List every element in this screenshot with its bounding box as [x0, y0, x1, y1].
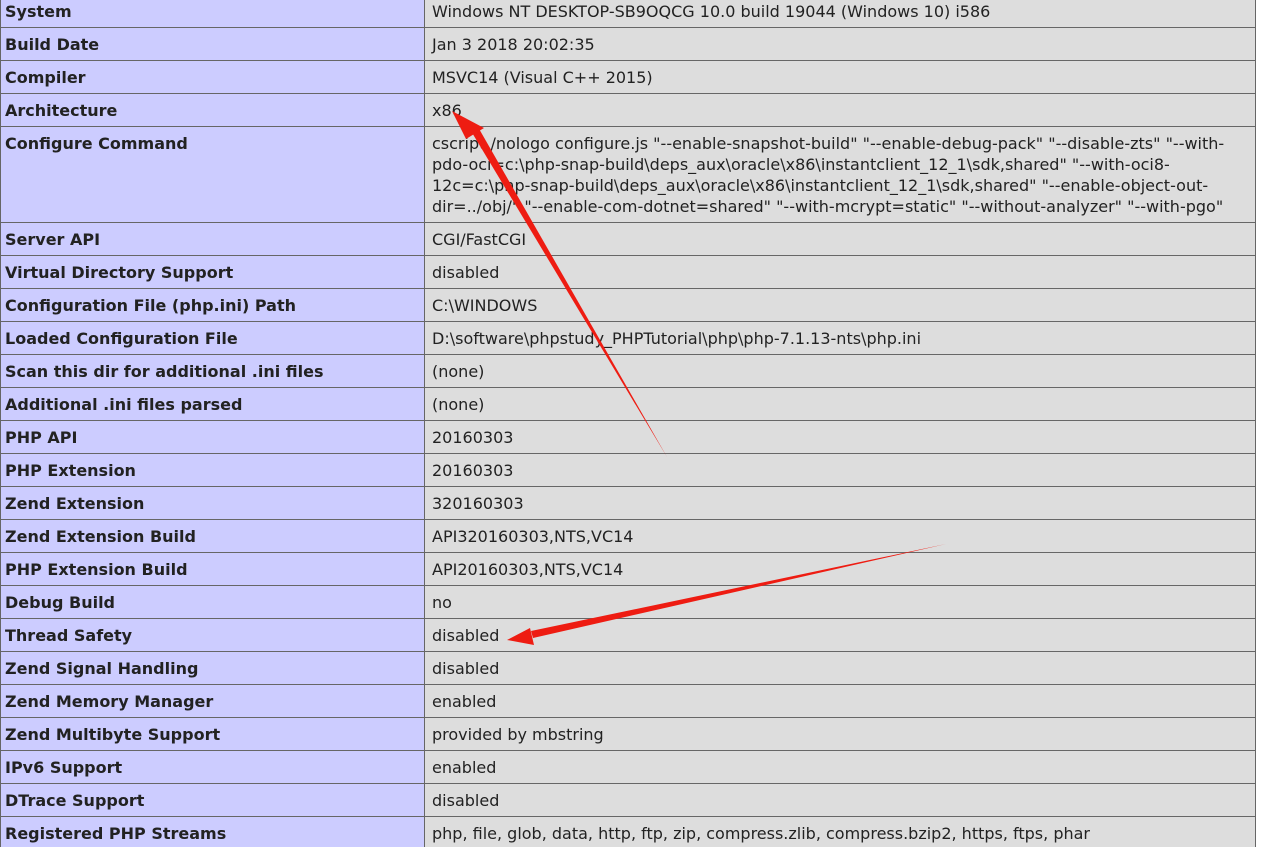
- row-value: enabled: [424, 684, 1256, 718]
- table-row: Loaded Configuration File D:\software\php…: [0, 321, 1256, 355]
- row-label: IPv6 Support: [0, 750, 425, 784]
- row-value: API20160303,NTS,VC14: [424, 552, 1256, 586]
- table-row: Zend Multibyte Support provided by mbstri…: [0, 717, 1256, 751]
- table-row: Zend Extension 320160303: [0, 486, 1256, 520]
- table-row: PHP Extension Build API20160303,NTS,VC14: [0, 552, 1256, 586]
- row-value: 320160303: [424, 486, 1256, 520]
- row-value: 20160303: [424, 420, 1256, 454]
- table-row: IPv6 Support enabled: [0, 750, 1256, 784]
- row-value: CGI/FastCGI: [424, 222, 1256, 256]
- row-label: Zend Extension: [0, 486, 425, 520]
- row-value: disabled: [424, 618, 1256, 652]
- table-row: Configure Command cscript /nologo configu…: [0, 126, 1256, 223]
- row-label: Scan this dir for additional .ini files: [0, 354, 425, 388]
- row-label: Debug Build: [0, 585, 425, 619]
- table-row: Scan this dir for additional .ini files(…: [0, 354, 1256, 388]
- row-label: System: [0, 0, 425, 28]
- row-label: Virtual Directory Support: [0, 255, 425, 289]
- row-value: enabled: [424, 750, 1256, 784]
- table-row: Thread Safety disabled: [0, 618, 1256, 652]
- row-label: PHP API: [0, 420, 425, 454]
- row-value: disabled: [424, 651, 1256, 685]
- row-label: Architecture: [0, 93, 425, 127]
- row-value: 20160303: [424, 453, 1256, 487]
- row-label: Compiler: [0, 60, 425, 94]
- table-row: Architecture x86: [0, 93, 1256, 127]
- row-value: MSVC14 (Visual C++ 2015): [424, 60, 1256, 94]
- table-row: Debug Build no: [0, 585, 1256, 619]
- table-row: Registered PHP Streams php, file, glob, d…: [0, 816, 1256, 847]
- row-label: PHP Extension: [0, 453, 425, 487]
- row-value: D:\software\phpstudy_PHPTutorial\php\php…: [424, 321, 1256, 355]
- row-value: Jan 3 2018 20:02:35: [424, 27, 1256, 61]
- page-right-margin: [1256, 0, 1264, 847]
- row-label: Loaded Configuration File: [0, 321, 425, 355]
- row-label: Server API: [0, 222, 425, 256]
- row-label: Configure Command: [0, 126, 425, 223]
- row-label: Build Date: [0, 27, 425, 61]
- row-value: provided by mbstring: [424, 717, 1256, 751]
- table-row: DTrace Support disabled: [0, 783, 1256, 817]
- row-value: x86: [424, 93, 1256, 127]
- phpinfo-config-table: System Windows NT DESKTOP-SB9OQCG 10.0 bu…: [0, 0, 1256, 847]
- row-value: php, file, glob, data, http, ftp, zip, c…: [424, 816, 1256, 847]
- table-row: Virtual Directory Support disabled: [0, 255, 1256, 289]
- row-value: Windows NT DESKTOP-SB9OQCG 10.0 build 19…: [424, 0, 1256, 28]
- table-row: Configuration File (php.ini) Path C:\WIND…: [0, 288, 1256, 322]
- row-label: Registered PHP Streams: [0, 816, 425, 847]
- row-value: API320160303,NTS,VC14: [424, 519, 1256, 553]
- row-label: Additional .ini files parsed: [0, 387, 425, 421]
- row-value: disabled: [424, 255, 1256, 289]
- table-row: Compiler MSVC14 (Visual C++ 2015): [0, 60, 1256, 94]
- row-value: cscript /nologo configure.js "--enable-s…: [424, 126, 1256, 223]
- row-label: Zend Extension Build: [0, 519, 425, 553]
- row-label: Zend Multibyte Support: [0, 717, 425, 751]
- table-row: Build Date Jan 3 2018 20:02:35: [0, 27, 1256, 61]
- row-label: PHP Extension Build: [0, 552, 425, 586]
- table-row: System Windows NT DESKTOP-SB9OQCG 10.0 bu…: [0, 0, 1256, 28]
- table-row: Zend Extension Build API320160303,NTS,VC1…: [0, 519, 1256, 553]
- row-value: (none): [424, 387, 1256, 421]
- table-row: Additional .ini files parsed (none): [0, 387, 1256, 421]
- table-row: Zend Signal Handling disabled: [0, 651, 1256, 685]
- phpinfo-page: System Windows NT DESKTOP-SB9OQCG 10.0 bu…: [0, 0, 1264, 847]
- row-label: DTrace Support: [0, 783, 425, 817]
- row-value: disabled: [424, 783, 1256, 817]
- table-row: Zend Memory Manager enabled: [0, 684, 1256, 718]
- row-label: Thread Safety: [0, 618, 425, 652]
- table-row: PHP Extension 20160303: [0, 453, 1256, 487]
- table-row: PHP API 20160303: [0, 420, 1256, 454]
- row-value: no: [424, 585, 1256, 619]
- row-value: (none): [424, 354, 1256, 388]
- row-value: C:\WINDOWS: [424, 288, 1256, 322]
- row-label: Configuration File (php.ini) Path: [0, 288, 425, 322]
- table-row: Server API CGI/FastCGI: [0, 222, 1256, 256]
- row-label: Zend Signal Handling: [0, 651, 425, 685]
- row-label: Zend Memory Manager: [0, 684, 425, 718]
